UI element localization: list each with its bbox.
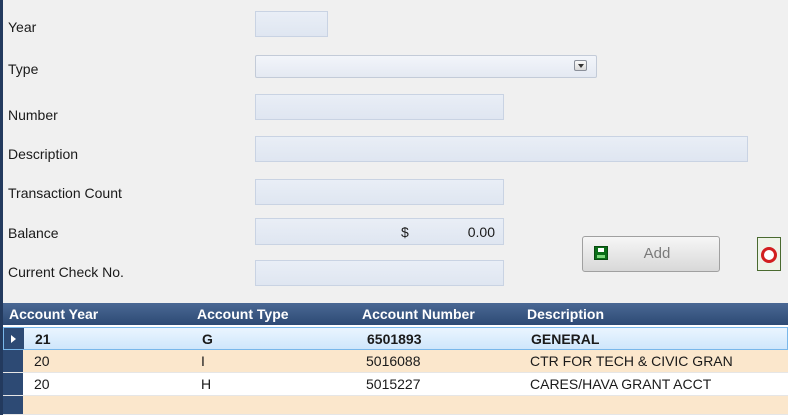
check-number-input[interactable] <box>255 260 504 286</box>
cell-account-year: 20 <box>34 353 50 369</box>
table-row[interactable]: 20 H 5015227 CARES/HAVA GRANT ACCT <box>3 373 788 396</box>
accounts-grid: Account Year Account Type Account Number… <box>3 303 788 415</box>
table-row[interactable]: 20 I 5016088 CTR FOR TECH & CIVIC GRAN <box>3 350 788 373</box>
cell-account-year: 21 <box>35 331 51 347</box>
cell-account-number: 6501893 <box>367 331 422 347</box>
cell-account-type: I <box>201 353 205 369</box>
row-selector[interactable] <box>3 350 23 372</box>
number-label: Number <box>8 107 58 123</box>
column-header-account-number[interactable]: Account Number <box>362 306 475 322</box>
cell-description: CARES/HAVA GRANT ACCT <box>530 376 712 392</box>
year-input[interactable] <box>255 11 328 37</box>
check-number-label: Current Check No. <box>8 264 124 280</box>
balance-value: 0.00 <box>467 224 495 240</box>
table-row[interactable] <box>3 396 788 415</box>
chevron-down-icon[interactable] <box>574 60 587 71</box>
cell-account-year: 20 <box>34 376 50 392</box>
row-selector-arrow-icon[interactable] <box>4 328 24 349</box>
cell-description: CTR FOR TECH & CIVIC GRAN <box>530 353 733 369</box>
year-label: Year <box>8 19 37 35</box>
column-header-description[interactable]: Description <box>527 306 604 322</box>
cell-description: GENERAL <box>531 331 600 347</box>
description-input[interactable] <box>255 136 748 162</box>
help-button[interactable] <box>757 237 781 271</box>
transaction-count-label: Transaction Count <box>8 185 122 201</box>
number-input[interactable] <box>255 94 504 120</box>
cell-account-type: H <box>201 376 212 392</box>
balance-label: Balance <box>8 225 59 241</box>
row-selector[interactable] <box>3 396 23 414</box>
add-button-label: Add <box>643 245 671 262</box>
grid-header: Account Year Account Type Account Number… <box>3 303 788 325</box>
table-row[interactable]: 21 G 6501893 GENERAL <box>3 327 788 350</box>
transaction-count-input[interactable] <box>255 179 504 205</box>
type-select[interactable] <box>255 55 597 78</box>
cell-account-number: 5016088 <box>366 353 421 369</box>
add-button[interactable]: Add <box>582 236 720 272</box>
cell-account-number: 5015227 <box>366 376 421 392</box>
balance-field[interactable]: $ 0.00 <box>255 218 504 245</box>
balance-currency: $ <box>401 224 409 240</box>
column-header-account-year[interactable]: Account Year <box>9 306 98 322</box>
column-header-account-type[interactable]: Account Type <box>197 306 289 322</box>
cell-account-type: G <box>202 331 213 347</box>
lifebuoy-icon <box>761 247 777 263</box>
type-label: Type <box>8 61 39 77</box>
description-label: Description <box>8 146 79 162</box>
row-selector[interactable] <box>3 373 23 395</box>
